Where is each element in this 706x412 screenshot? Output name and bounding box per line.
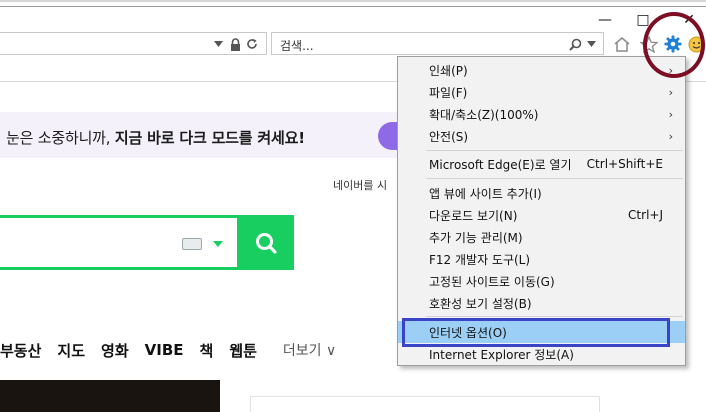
url-field[interactable] — [0, 32, 267, 55]
lock-icon[interactable] — [229, 36, 241, 52]
menu-item-label: 호환성 보기 설정(B) — [429, 296, 532, 311]
menu-item-label: 안전(S) — [429, 129, 469, 144]
circle-annotation — [643, 12, 705, 78]
search-placeholder: 검색... — [280, 39, 314, 53]
nav-item-webtoon[interactable]: 웹툰 — [229, 340, 257, 361]
menu-item-label: Internet Explorer 정보(A) — [429, 347, 574, 362]
banner-text: 눈은 소중하니까, 지금 바로 다크 모드를 켜세요! — [6, 127, 305, 148]
search-options-arrow-icon[interactable] — [213, 241, 223, 247]
dark-mode-banner[interactable]: 눈은 소중하니까, 지금 바로 다크 모드를 켜세요! — [0, 112, 418, 158]
menu-item-label: 확대/축소(Z)(100%) — [429, 107, 539, 122]
menu-separator — [426, 316, 683, 317]
banner-text-bold: 지금 바로 다크 모드를 켜세요! — [114, 129, 305, 147]
menu-item-label: 고정된 사이트로 이동(G) — [429, 274, 555, 289]
nav-item-movie[interactable]: 영화 — [101, 340, 129, 361]
search-input[interactable]: 검색... — [271, 32, 604, 55]
naver-search-bar[interactable] — [0, 215, 240, 270]
menu-item-dev-tools[interactable]: F12 개발자 도구(L) — [398, 248, 685, 270]
nav-item-realestate[interactable]: 부동산 — [0, 340, 41, 361]
login-link[interactable]: 네이버를 시 — [333, 177, 387, 193]
service-nav: 부동산 지도 영화 VIBE 책 웹툰 더보기 ∨ — [0, 336, 352, 364]
title-bar: — □ ✕ — [0, 0, 706, 28]
menu-separator — [426, 178, 683, 179]
menu-item-label: 다운로드 보기(N) — [429, 208, 518, 223]
menu-item-pinned-sites[interactable]: 고정된 사이트로 이동(G) — [398, 270, 685, 292]
search-icon — [256, 232, 277, 254]
menu-item-label: 파일(F) — [429, 85, 468, 100]
submenu-arrow-icon: › — [668, 85, 673, 99]
content-thumbnail[interactable] — [0, 380, 220, 412]
nav-item-book[interactable]: 책 — [200, 340, 214, 361]
submenu-arrow-icon: › — [668, 107, 673, 121]
menu-item-file[interactable]: 파일(F) › — [398, 81, 685, 103]
menu-item-compat-view[interactable]: 호환성 보기 설정(B) — [398, 292, 685, 314]
nav-more-button[interactable]: 더보기 ∨ — [283, 340, 336, 360]
menu-shortcut: Ctrl+Shift+E — [586, 157, 663, 171]
search-dropdown-icon[interactable] — [586, 36, 596, 52]
menu-item-open-edge[interactable]: Microsoft Edge(E)로 열기 Ctrl+Shift+E — [398, 153, 685, 175]
menu-item-manage-addons[interactable]: 추가 기능 관리(M) — [398, 226, 685, 248]
keyboard-icon[interactable] — [182, 238, 202, 250]
content-card — [250, 396, 600, 412]
menu-item-print[interactable]: 인쇄(P) › — [398, 59, 685, 81]
menu-shortcut: Ctrl+J — [628, 208, 663, 222]
nav-item-vibe[interactable]: VIBE — [145, 341, 184, 359]
nav-item-map[interactable]: 지도 — [57, 340, 85, 361]
menu-item-label: 앱 뷰에 사이트 추가(I) — [429, 186, 542, 201]
menu-item-downloads[interactable]: 다운로드 보기(N) Ctrl+J — [398, 204, 685, 226]
menu-item-label: Microsoft Edge(E)로 열기 — [429, 157, 572, 172]
refresh-icon[interactable] — [245, 36, 259, 52]
menu-item-label: 추가 기능 관리(M) — [429, 230, 523, 245]
home-icon[interactable] — [612, 34, 632, 54]
banner-text-prefix: 눈은 소중하니까, — [6, 129, 115, 147]
menu-separator — [426, 150, 683, 151]
search-icon[interactable] — [568, 36, 582, 52]
menu-item-safety[interactable]: 안전(S) › — [398, 125, 685, 147]
title-bar-line — [0, 6, 706, 7]
menu-item-zoom[interactable]: 확대/축소(Z)(100%) › — [398, 103, 685, 125]
submenu-arrow-icon: › — [668, 129, 673, 143]
minimize-button[interactable]: — — [594, 10, 616, 30]
menu-item-label: F12 개발자 도구(L) — [429, 252, 531, 267]
dropdown-arrow-icon[interactable] — [213, 36, 223, 52]
highlight-annotation-box — [402, 318, 670, 347]
menu-item-label: 인쇄(P) — [429, 63, 468, 78]
menu-item-add-site-app-view[interactable]: 앱 뷰에 사이트 추가(I) — [398, 182, 685, 204]
naver-search-button[interactable] — [238, 215, 294, 270]
